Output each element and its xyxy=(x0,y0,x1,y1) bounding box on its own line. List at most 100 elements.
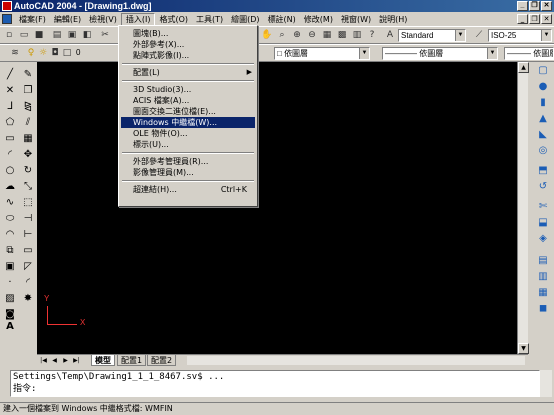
cut-icon[interactable]: ✂ xyxy=(98,29,112,42)
fillet-icon[interactable]: ◜ xyxy=(21,276,35,289)
insert-block-icon[interactable]: ⧉ xyxy=(3,244,17,257)
doc-close-button[interactable]: ✕ xyxy=(541,14,552,24)
command-window[interactable]: Settings\Temp\Drawing1_1_1_8467.sv$ ... … xyxy=(10,370,540,397)
menu-item-xref[interactable]: 外部參考(X)... xyxy=(121,39,255,50)
drawing-canvas[interactable]: Y X xyxy=(37,62,517,354)
restore-button[interactable]: ❐ xyxy=(529,1,540,11)
ellipse-arc-icon[interactable]: ◠ xyxy=(3,228,17,241)
save-icon[interactable]: ■ xyxy=(32,29,46,42)
zoom-previous-icon[interactable]: ⊖ xyxy=(305,29,319,42)
make-block-icon[interactable]: ▣ xyxy=(3,260,17,273)
line-icon[interactable]: ╱ xyxy=(3,68,17,81)
menu-item-acis-file[interactable]: ACIS 檔案(A)... xyxy=(121,95,255,106)
setup-drawing-icon[interactable]: ▤ xyxy=(536,254,550,267)
design-center-icon[interactable]: ▩ xyxy=(335,29,349,42)
first-tab-icon[interactable]: |◀ xyxy=(39,356,48,365)
command-scrollbar[interactable] xyxy=(540,370,552,397)
scale-icon[interactable]: ⤡ xyxy=(21,180,35,193)
revision-cloud-icon[interactable]: ☁ xyxy=(3,180,17,193)
menu-insert[interactable]: 插入(I) xyxy=(120,12,156,26)
chevron-down-icon[interactable]: ▼ xyxy=(359,48,369,59)
print-preview-icon[interactable]: ▣ xyxy=(65,29,79,42)
tool-palettes-icon[interactable]: ▥ xyxy=(350,29,364,42)
menu-item-dxb[interactable]: 圖面交換二進位檔(E)... xyxy=(121,106,255,117)
point-icon[interactable]: · xyxy=(3,276,17,289)
erase-icon[interactable]: ✎ xyxy=(21,68,35,81)
color-swatch-icon[interactable]: □ xyxy=(60,47,74,60)
menu-item-raster-image[interactable]: 點陣式影像(I)... xyxy=(121,50,255,61)
chevron-down-icon[interactable]: ▼ xyxy=(455,30,465,41)
menu-item-ole-object[interactable]: OLE 物件(O)... xyxy=(121,128,255,139)
menu-edit[interactable]: 編輯(E) xyxy=(50,13,85,26)
doc-restore-button[interactable]: ❐ xyxy=(529,14,540,24)
help-icon[interactable]: ? xyxy=(365,29,379,42)
ellipse-icon[interactable]: ⬭ xyxy=(3,212,17,225)
slice-icon[interactable]: ✄ xyxy=(536,200,550,213)
wedge-icon[interactable]: ◣ xyxy=(536,128,550,141)
properties-icon[interactable]: ▦ xyxy=(320,29,334,42)
vertical-scrollbar[interactable]: ▲ ▼ xyxy=(517,62,529,354)
scroll-up-icon[interactable]: ▲ xyxy=(518,62,529,73)
arc-icon[interactable]: ◜ xyxy=(3,148,17,161)
menu-item-xref-manager[interactable]: 外部參考管理員(R)... xyxy=(121,156,255,167)
menu-window[interactable]: 視窗(W) xyxy=(337,13,375,26)
pan-icon[interactable]: ✋ xyxy=(260,29,274,42)
box-icon[interactable]: ▢ xyxy=(536,64,550,77)
layer-select[interactable]: 0 xyxy=(74,47,118,60)
tab-layout1[interactable]: 配置1 xyxy=(117,355,147,366)
interfere-icon[interactable]: ◈ xyxy=(536,232,550,245)
menu-item-layout[interactable]: 配置(L) ▶ xyxy=(121,67,255,78)
break-icon[interactable]: ▭ xyxy=(21,244,35,257)
document-icon[interactable] xyxy=(2,14,12,24)
mirror-icon[interactable]: ⧎ xyxy=(21,100,35,113)
horizontal-scrollbar[interactable] xyxy=(187,356,525,365)
copy-icon[interactable]: ❐ xyxy=(21,84,35,97)
menu-item-markup[interactable]: 標示(U)... xyxy=(121,139,255,150)
polyline-icon[interactable]: ᒧ xyxy=(3,100,17,113)
move-icon[interactable]: ✥ xyxy=(21,148,35,161)
cylinder-icon[interactable]: ▮ xyxy=(536,96,550,109)
extrude-icon[interactable]: ⬒ xyxy=(536,164,550,177)
section-icon[interactable]: ⬓ xyxy=(536,216,550,229)
circle-icon[interactable]: ○ xyxy=(3,164,17,177)
spline-icon[interactable]: ∿ xyxy=(3,196,17,209)
sphere-icon[interactable]: ● xyxy=(536,80,550,93)
menu-view[interactable]: 檢視(V) xyxy=(85,13,121,26)
menu-file[interactable]: 檔案(F) xyxy=(15,13,50,26)
last-tab-icon[interactable]: ▶| xyxy=(72,356,81,365)
chevron-down-icon[interactable]: ▼ xyxy=(487,48,497,59)
extend-icon[interactable]: ⊢ xyxy=(21,228,35,241)
zoom-realtime-icon[interactable]: ⌕ xyxy=(275,29,289,42)
rectangle-icon[interactable]: ▭ xyxy=(3,132,17,145)
setup-profile-icon[interactable]: ▦ xyxy=(536,286,550,299)
hatch-icon[interactable]: ▨ xyxy=(3,292,17,305)
dim-style-select[interactable]: ISO-25 ▼ xyxy=(488,29,552,42)
layer-manager-icon[interactable]: ≋ xyxy=(8,47,22,60)
array-icon[interactable]: ▦ xyxy=(21,132,35,145)
union-icon[interactable]: ◼ xyxy=(536,302,550,315)
rotate-icon[interactable]: ↻ xyxy=(21,164,35,177)
menu-dimension[interactable]: 標註(N) xyxy=(264,13,300,26)
text-style-icon[interactable]: A xyxy=(383,29,397,42)
tab-model[interactable]: 模型 xyxy=(91,355,115,366)
close-button[interactable]: ✕ xyxy=(541,1,552,11)
chevron-down-icon[interactable]: ▼ xyxy=(541,30,551,41)
torus-icon[interactable]: ◎ xyxy=(536,144,550,157)
construction-line-icon[interactable]: ✕ xyxy=(3,84,17,97)
new-file-icon[interactable]: ▫ xyxy=(2,29,16,42)
autocad-app-icon[interactable] xyxy=(2,1,12,11)
menu-item-block[interactable]: 圖塊(B)... xyxy=(121,28,255,39)
menu-modify[interactable]: 修改(M) xyxy=(300,13,337,26)
color-select[interactable]: □ 依圖層 ▼ xyxy=(274,47,370,60)
scroll-down-icon[interactable]: ▼ xyxy=(518,343,529,354)
linetype-select[interactable]: ———— 依圖層 ▼ xyxy=(382,47,498,60)
menu-draw[interactable]: 繪圖(D) xyxy=(227,13,263,26)
prev-tab-icon[interactable]: ◀ xyxy=(50,356,59,365)
setup-view-icon[interactable]: ▥ xyxy=(536,270,550,283)
menu-help[interactable]: 說明(H) xyxy=(375,13,411,26)
cone-icon[interactable]: ▲ xyxy=(536,112,550,125)
next-tab-icon[interactable]: ▶ xyxy=(61,356,70,365)
menu-format[interactable]: 格式(O) xyxy=(155,13,192,26)
zoom-window-icon[interactable]: ⊕ xyxy=(290,29,304,42)
multiline-text-icon[interactable]: A xyxy=(3,320,17,333)
